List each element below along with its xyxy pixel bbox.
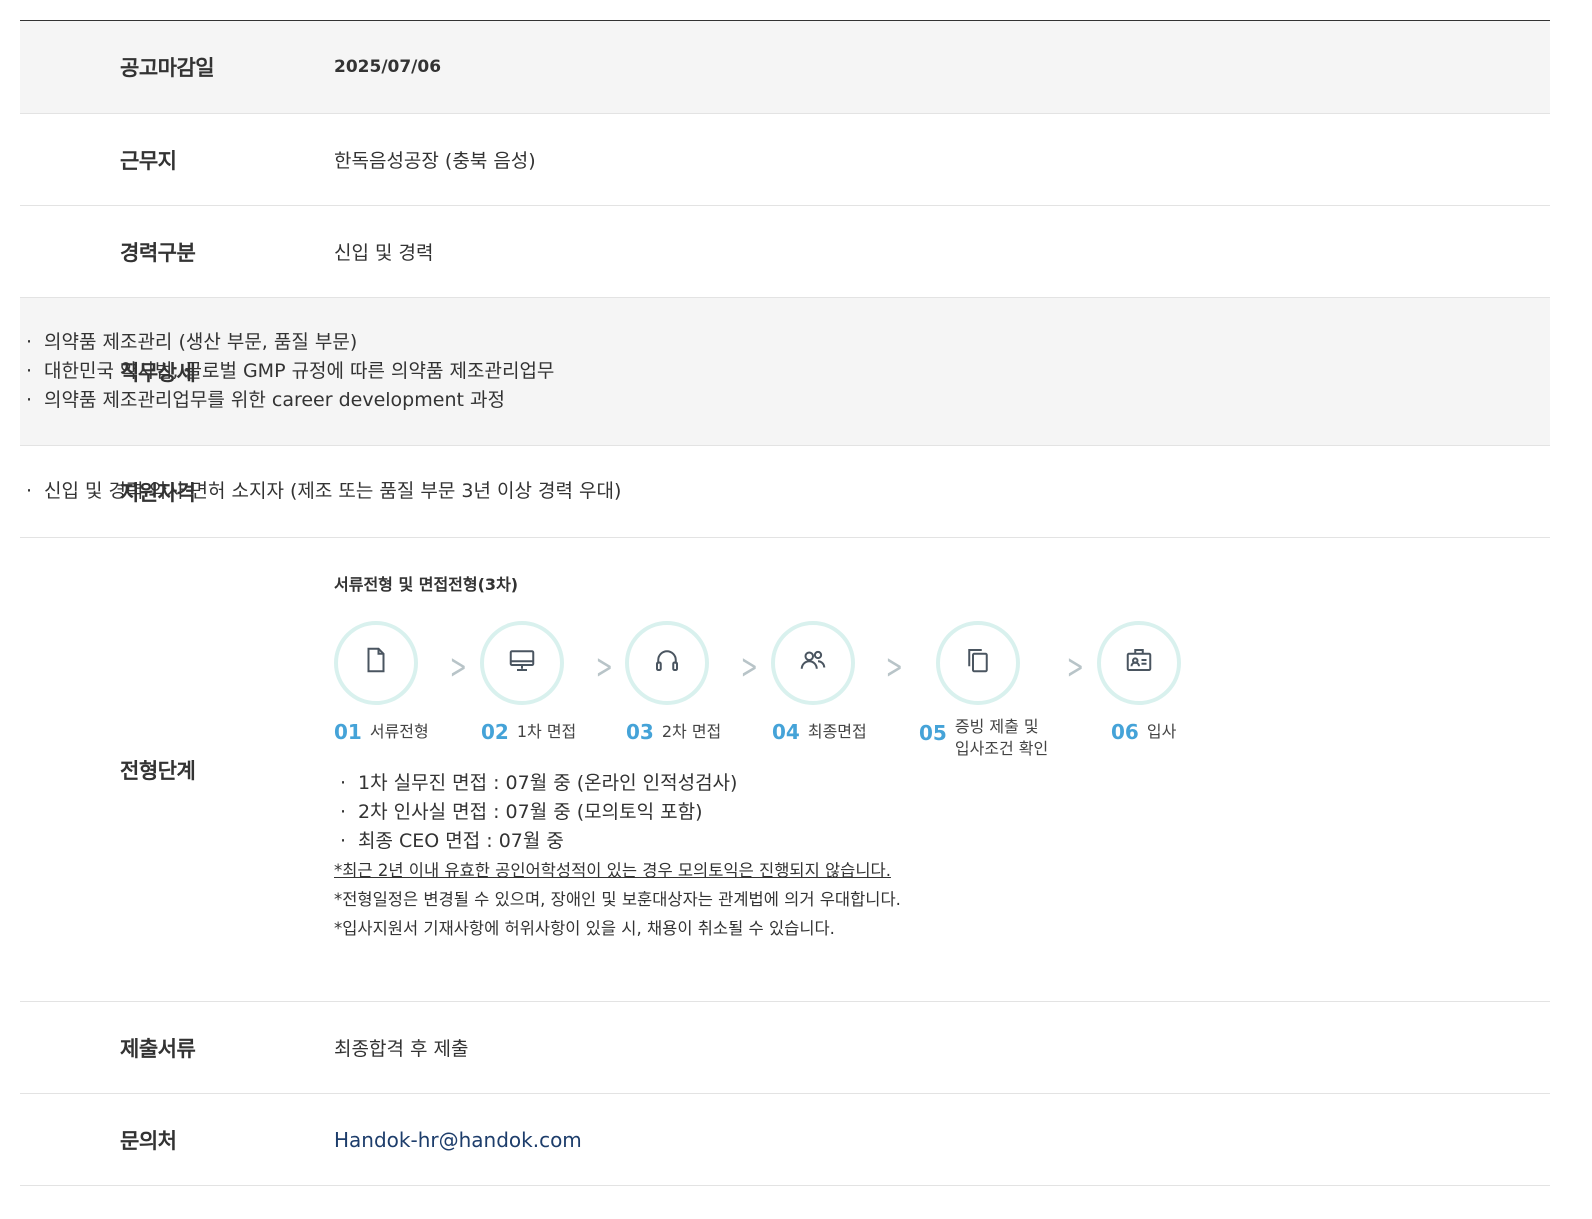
step-circle (334, 620, 418, 705)
step-number: 02 (481, 719, 509, 744)
row-label: 경력구분 (120, 240, 196, 265)
step-circle (936, 620, 1020, 705)
row-documents: 제출서류 최종합격 후 제출 (20, 1002, 1550, 1094)
step-label: 03 2차 면접 (626, 721, 721, 743)
chevron-right-icon: > (449, 646, 467, 687)
step-text: 입사 (1146, 721, 1177, 741)
step-number: 06 (1111, 719, 1139, 744)
chevron-right-icon: > (1066, 646, 1084, 687)
row-qualification: 지원자격 신입 및 경력 약사 면허 소지자 (제조 또는 품질 부문 3년 이… (20, 446, 1550, 538)
process-content: 서류전형 및 면접전형(3차) > > > > > 01 서류전형 02 1차 … (334, 575, 1234, 943)
qualification-list: 신입 및 경력 약사 면허 소지자 (제조 또는 품질 부문 3년 이상 경력 … (20, 477, 621, 506)
deadline-value: 2025/07/06 (334, 57, 442, 77)
step-text: 2차 면접 (661, 721, 722, 741)
step-number: 01 (334, 719, 362, 744)
monitor-icon (507, 645, 537, 680)
step-number: 05 (919, 720, 947, 745)
row-career: 경력구분 신입 및 경력 (20, 206, 1550, 298)
process-notes: *최근 2년 이내 유효한 공인어학성적이 있는 경우 모의토익은 진행되지 않… (334, 856, 1234, 943)
career-value: 신입 및 경력 (334, 242, 434, 264)
step-text: 증빙 제출 및 입사조건 확인 (955, 716, 1048, 760)
row-contact: 문의처 Handok-hr@handok.com (20, 1094, 1550, 1186)
step-label: 04 최종면접 (772, 721, 867, 743)
row-deadline: 공고마감일 2025/07/06 (20, 21, 1550, 114)
step-text: 최종면접 (807, 721, 867, 741)
people-icon (798, 645, 828, 680)
location-value: 한독음성공장 (충북 음성) (334, 150, 536, 172)
step-number: 03 (626, 719, 654, 744)
list-item: 대한민국 약사법, 글로벌 GMP 규정에 따른 의약품 제조관리업무 (20, 357, 554, 386)
documents-value: 최종합격 후 제출 (334, 1038, 469, 1060)
step-text: 1차 면접 (516, 721, 577, 741)
row-label: 제출서류 (120, 1036, 196, 1061)
step-text-line1: 증빙 제출 및 (954, 716, 1039, 736)
list-item: 2차 인사실 면접 : 07월 중 (모의토익 포함) (334, 798, 1234, 827)
step-label: 06 입사 (1111, 721, 1176, 743)
chevron-right-icon: > (595, 646, 613, 687)
step-text-line2: 입사조건 확인 (954, 738, 1049, 758)
process-steps: > > > > > 01 서류전형 02 1차 면접 03 2차 면접 04 최… (334, 603, 1234, 763)
note-line: *최근 2년 이내 유효한 공인어학성적이 있는 경우 모의토익은 진행되지 않… (334, 860, 891, 880)
step-circle (771, 620, 855, 705)
note-line: *입사지원서 기재사항에 허위사항이 있을 시, 채용이 취소될 수 있습니다. (334, 918, 835, 938)
id-card-icon (1124, 645, 1154, 680)
job-posting-table: 공고마감일 2025/07/06 근무지 한독음성공장 (충북 음성) 경력구분… (20, 20, 1550, 1186)
list-item: 의약품 제조관리업무를 위한 career development 과정 (20, 386, 554, 415)
list-item: 1차 실무진 면접 : 07월 중 (온라인 인적성검사) (334, 769, 1234, 798)
headset-icon (652, 645, 682, 680)
row-label: 근무지 (120, 148, 177, 173)
step-number: 04 (772, 719, 800, 744)
process-title: 서류전형 및 면접전형(3차) (334, 574, 519, 594)
list-item: 신입 및 경력 약사 면허 소지자 (제조 또는 품질 부문 3년 이상 경력 … (20, 477, 621, 506)
step-circle (625, 620, 709, 705)
step-circle (1097, 620, 1181, 705)
step-label: 02 1차 면접 (481, 721, 576, 743)
duty-list: 의약품 제조관리 (생산 부문, 품질 부문) 대한민국 약사법, 글로벌 GM… (20, 328, 554, 415)
step-label: 05 증빙 제출 및 입사조건 확인 (919, 716, 1048, 760)
chevron-right-icon: > (885, 646, 903, 687)
copy-icon (963, 645, 993, 680)
document-icon (361, 645, 391, 680)
note-line: *전형일정은 변경될 수 있으며, 장애인 및 보훈대상자는 관계법에 의거 우… (334, 889, 901, 909)
row-duty: 직무상세 의약품 제조관리 (생산 부문, 품질 부문) 대한민국 약사법, 글… (20, 298, 1550, 446)
process-schedule-list: 1차 실무진 면접 : 07월 중 (온라인 인적성검사) 2차 인사실 면접 … (334, 769, 1234, 856)
step-text: 서류전형 (369, 721, 429, 741)
row-label: 전형단계 (120, 758, 196, 783)
chevron-right-icon: > (740, 646, 758, 687)
step-circle (480, 620, 564, 705)
step-label: 01 서류전형 (334, 721, 429, 743)
contact-email-link[interactable]: Handok-hr@handok.com (334, 1128, 582, 1152)
row-label: 문의처 (120, 1128, 177, 1153)
list-item: 최종 CEO 면접 : 07월 중 (334, 827, 1234, 856)
row-location: 근무지 한독음성공장 (충북 음성) (20, 114, 1550, 206)
row-label: 공고마감일 (120, 56, 215, 80)
row-process: 전형단계 서류전형 및 면접전형(3차) > > > > > 01 서류전형 0… (20, 538, 1550, 1002)
list-item: 의약품 제조관리 (생산 부문, 품질 부문) (20, 328, 554, 357)
